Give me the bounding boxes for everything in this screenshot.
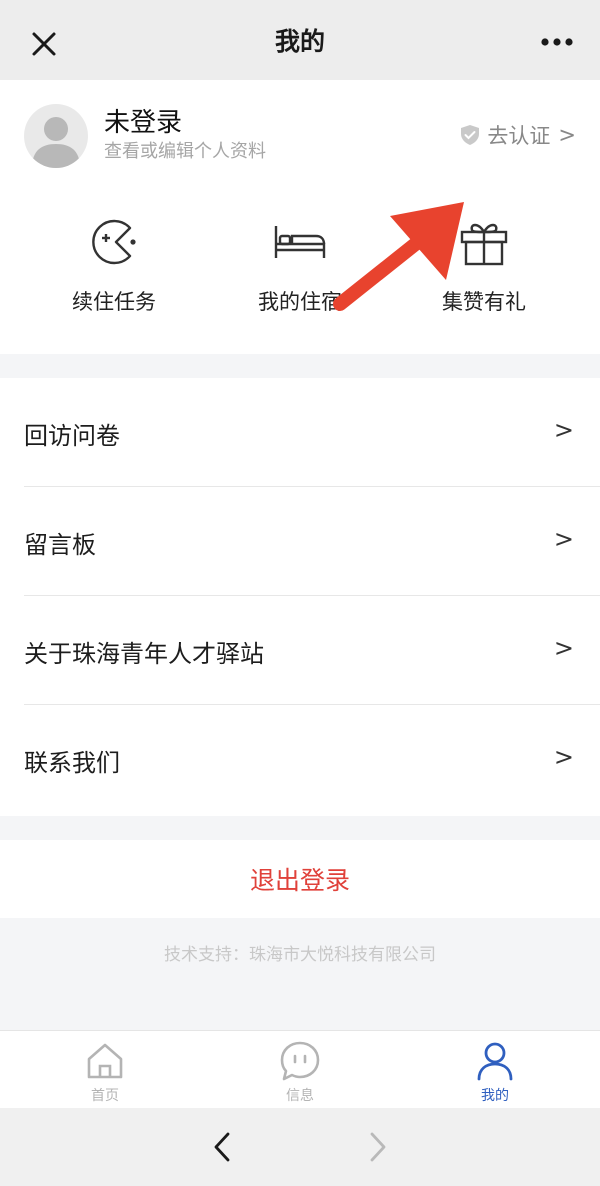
- chevron-right-icon: >: [553, 525, 574, 553]
- feature-label: 我的住宿: [258, 290, 342, 314]
- user-icon: [477, 1042, 513, 1081]
- chevron-right-icon: >: [553, 634, 574, 662]
- verify-label: 去认证: [487, 124, 551, 148]
- chat-icon: [280, 1041, 320, 1081]
- verify-link[interactable]: 去认证 >: [459, 120, 576, 150]
- user-placeholder-icon: [32, 117, 80, 168]
- user-name[interactable]: 未登录: [104, 102, 182, 139]
- feature-my-stay[interactable]: 我的住宿: [210, 206, 390, 326]
- avatar[interactable]: [24, 104, 88, 168]
- menu-item-survey[interactable]: 回访问卷 >: [0, 378, 600, 487]
- menu-item-label: 联系我们: [24, 749, 120, 777]
- more-dots-icon[interactable]: [540, 36, 574, 48]
- edit-profile-hint[interactable]: 查看或编辑个人资料: [104, 137, 266, 163]
- menu-item-about[interactable]: 关于珠海青年人才驿站 >: [0, 596, 600, 705]
- top-nav-bar: 我的: [0, 0, 600, 80]
- page-title: 我的: [274, 27, 325, 56]
- feature-label: 续住任务: [72, 290, 156, 314]
- profile-card: 未登录 查看或编辑个人资料 去认证 > 续住任务 我的住宿 集赞有礼: [0, 80, 600, 354]
- tech-support-text: 技术支持：珠海市大悦科技有限公司: [164, 945, 436, 965]
- tab-mine[interactable]: 我的: [395, 1031, 595, 1109]
- menu-item-message-board[interactable]: 留言板 >: [0, 487, 600, 596]
- feature-label: 集赞有礼: [442, 290, 526, 314]
- menu-item-label: 留言板: [24, 531, 96, 559]
- tab-label: 信息: [286, 1088, 314, 1104]
- feature-collect-likes[interactable]: 集赞有礼: [394, 206, 574, 326]
- tab-home[interactable]: 首页: [5, 1031, 205, 1109]
- pacman-game-icon: [92, 219, 136, 265]
- forward-arrow-icon[interactable]: [362, 1130, 392, 1164]
- chevron-right-icon: >: [553, 416, 574, 444]
- menu-list: 回访问卷 > 留言板 > 关于珠海青年人才驿站 > 联系我们 >: [0, 378, 600, 816]
- browser-bottom-bar: [0, 1108, 600, 1186]
- logout-label: 退出登录: [249, 866, 350, 895]
- menu-item-label: 回访问卷: [24, 422, 120, 450]
- feature-renewal-task[interactable]: 续住任务: [24, 206, 204, 326]
- chevron-right-icon: >: [553, 743, 574, 771]
- bottom-tab-bar: 首页 信息 我的: [0, 1030, 600, 1108]
- logout-button[interactable]: 退出登录: [0, 840, 600, 918]
- tab-messages[interactable]: 信息: [200, 1031, 400, 1109]
- feature-shortcuts: 续住任务 我的住宿 集赞有礼: [0, 206, 600, 326]
- menu-item-contact[interactable]: 联系我们 >: [0, 705, 600, 814]
- tab-label: 我的: [481, 1088, 509, 1104]
- tab-label: 首页: [91, 1088, 119, 1104]
- verify-chevron: >: [558, 123, 576, 147]
- bed-icon: [274, 226, 326, 258]
- menu-item-label: 关于珠海青年人才驿站: [24, 640, 264, 668]
- back-arrow-icon[interactable]: [208, 1130, 238, 1164]
- gift-icon: [460, 223, 508, 266]
- shield-check-icon: [461, 125, 480, 145]
- home-icon: [87, 1043, 123, 1079]
- close-icon[interactable]: [28, 28, 60, 60]
